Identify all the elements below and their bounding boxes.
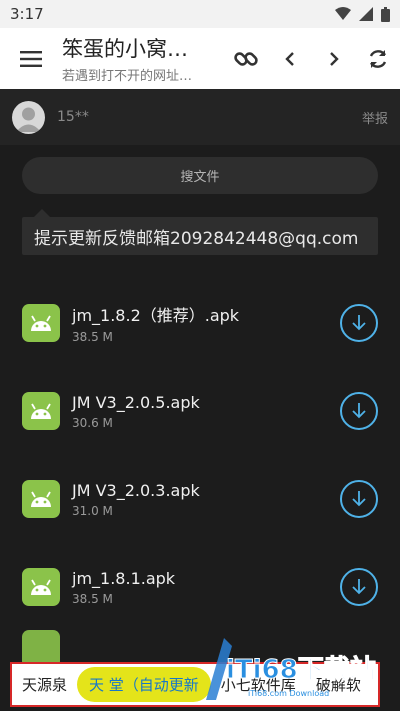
list-item[interactable]: jm_1.8.1.apk 38.5 M [0, 543, 400, 631]
search-input[interactable]: 搜文件 [22, 157, 378, 194]
back-button[interactable] [268, 28, 312, 89]
download-button[interactable] [340, 304, 378, 342]
download-icon [352, 491, 366, 507]
download-icon [352, 579, 366, 595]
download-icon [352, 315, 366, 331]
refresh-icon [369, 49, 387, 68]
file-list: jm_1.8.2（推荐）.apk 38.5 M JM V3_2.0.5.apk … [0, 279, 400, 631]
status-bar: 3:17 [0, 0, 400, 28]
bottom-link-strip: 天源泉 天 堂（自动更新 小七软件库 破解软 [10, 662, 380, 707]
page-title: 笨蛋的小窝… [62, 37, 188, 61]
download-icon [352, 403, 366, 419]
page-subtitle: 若遇到打不开的网址… [62, 69, 193, 84]
list-item[interactable]: jm_1.8.2（推荐）.apk 38.5 M [0, 279, 400, 367]
chevron-left-icon [285, 51, 294, 66]
download-button[interactable] [340, 392, 378, 430]
user-icon [16, 107, 41, 132]
file-name: jm_1.8.2（推荐）.apk [72, 306, 240, 325]
battery-icon [381, 6, 390, 22]
avatar[interactable] [12, 100, 45, 134]
content-area: 15** 举报 搜文件 提示更新反馈邮箱2092842448@qq.com jm… [0, 89, 400, 711]
file-name: JM V3_2.0.3.apk [72, 480, 200, 500]
strip-link-highlighted[interactable]: 天 堂（自动更新 [77, 667, 211, 702]
android-apk-icon [22, 304, 60, 342]
download-button[interactable] [340, 568, 378, 606]
file-size: 30.6 M [72, 415, 113, 430]
file-name: jm_1.8.1.apk [72, 568, 176, 588]
file-name: JM V3_2.0.5.apk [72, 392, 200, 412]
chevron-right-icon [330, 51, 339, 66]
title-block: 笨蛋的小窝… 若遇到打不开的网址… [62, 33, 224, 84]
refresh-button[interactable] [356, 28, 400, 89]
file-size: 31.0 M [72, 503, 113, 518]
hamburger-menu-icon [20, 50, 42, 67]
menu-button[interactable] [0, 28, 62, 89]
strip-link[interactable]: 破解软 [306, 674, 371, 695]
link-icon [234, 51, 258, 66]
status-time: 3:17 [10, 5, 44, 23]
app-actions [224, 28, 400, 89]
user-row: 15** 举报 [0, 89, 400, 145]
copy-link-button[interactable] [224, 28, 268, 89]
report-link[interactable]: 举报 [362, 108, 388, 127]
list-item[interactable]: JM V3_2.0.3.apk 31.0 M [0, 455, 400, 543]
android-apk-icon [22, 480, 60, 518]
file-size: 38.5 M [72, 330, 113, 344]
status-icons [335, 6, 390, 22]
username: 15** [57, 109, 89, 125]
android-apk-icon [22, 568, 60, 606]
file-size: 38.5 M [72, 591, 113, 606]
android-apk-icon [22, 392, 60, 430]
wifi-icon [335, 7, 351, 20]
strip-link[interactable]: 小七软件库 [211, 674, 306, 695]
app-bar: 笨蛋的小窝… 若遇到打不开的网址… [0, 28, 400, 89]
signal-icon [359, 7, 373, 21]
forward-button[interactable] [312, 28, 356, 89]
notice-banner: 提示更新反馈邮箱2092842448@qq.com [22, 209, 378, 255]
strip-link[interactable]: 天源泉 [12, 674, 77, 695]
list-item[interactable]: JM V3_2.0.5.apk 30.6 M [0, 367, 400, 455]
download-button[interactable] [340, 480, 378, 518]
